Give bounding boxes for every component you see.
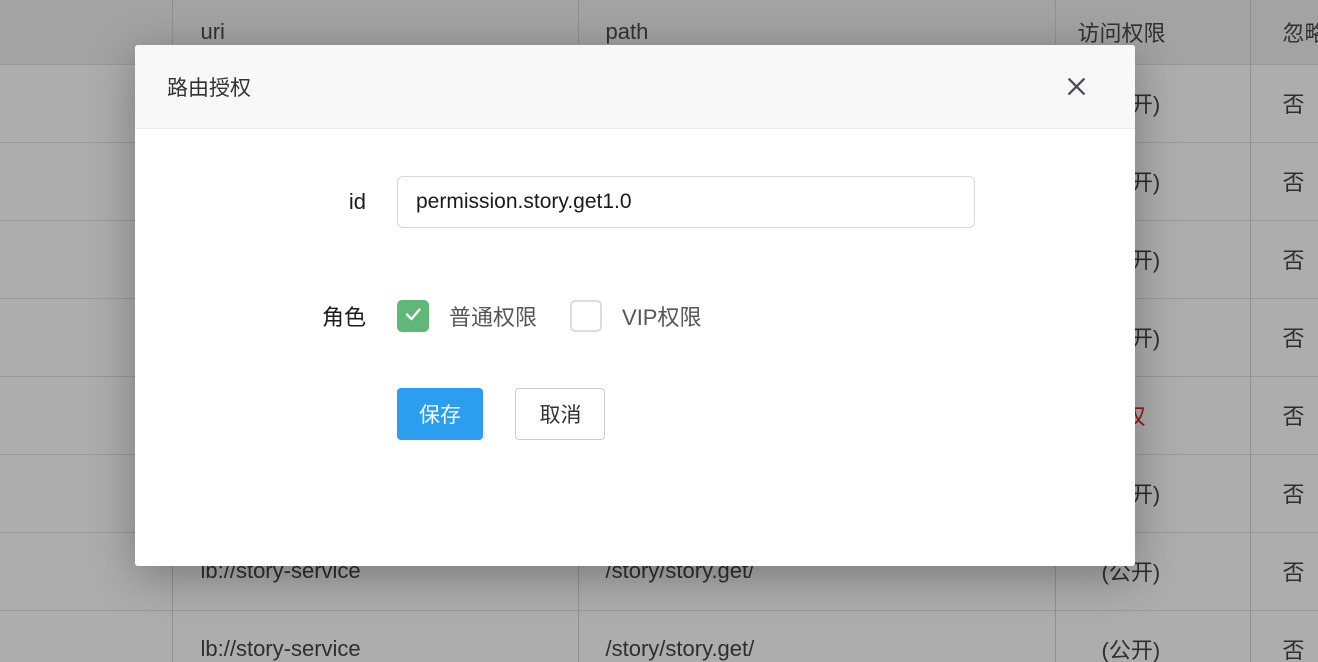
modal-header: 路由授权 bbox=[135, 45, 1135, 129]
route-auth-modal: 路由授权 id 角色 bbox=[135, 45, 1135, 566]
role-field-label: 角色 bbox=[135, 300, 397, 332]
modal-title: 路由授权 bbox=[167, 72, 251, 102]
checkbox-item-vip: VIP权限 bbox=[570, 300, 701, 332]
vip-permission-checkbox[interactable] bbox=[570, 300, 602, 332]
role-checkbox-group: 普通权限 VIP权限 bbox=[397, 300, 701, 332]
id-field-label: id bbox=[135, 189, 397, 215]
close-icon bbox=[1064, 87, 1089, 102]
save-button[interactable]: 保存 bbox=[397, 388, 483, 440]
normal-permission-checkbox[interactable] bbox=[397, 300, 429, 332]
vip-permission-label[interactable]: VIP权限 bbox=[622, 300, 701, 332]
normal-permission-label[interactable]: 普通权限 bbox=[449, 300, 537, 332]
modal-actions-row: 保存 取消 bbox=[135, 388, 1135, 440]
close-button[interactable] bbox=[1060, 70, 1093, 103]
id-input[interactable] bbox=[397, 176, 975, 228]
checkbox-item-normal: 普通权限 bbox=[397, 300, 537, 332]
cancel-button[interactable]: 取消 bbox=[515, 388, 605, 440]
role-form-row: 角色 普通权限 VIP权限 bbox=[135, 300, 1135, 332]
checkmark-icon bbox=[401, 302, 425, 331]
id-form-row: id bbox=[135, 176, 1135, 228]
